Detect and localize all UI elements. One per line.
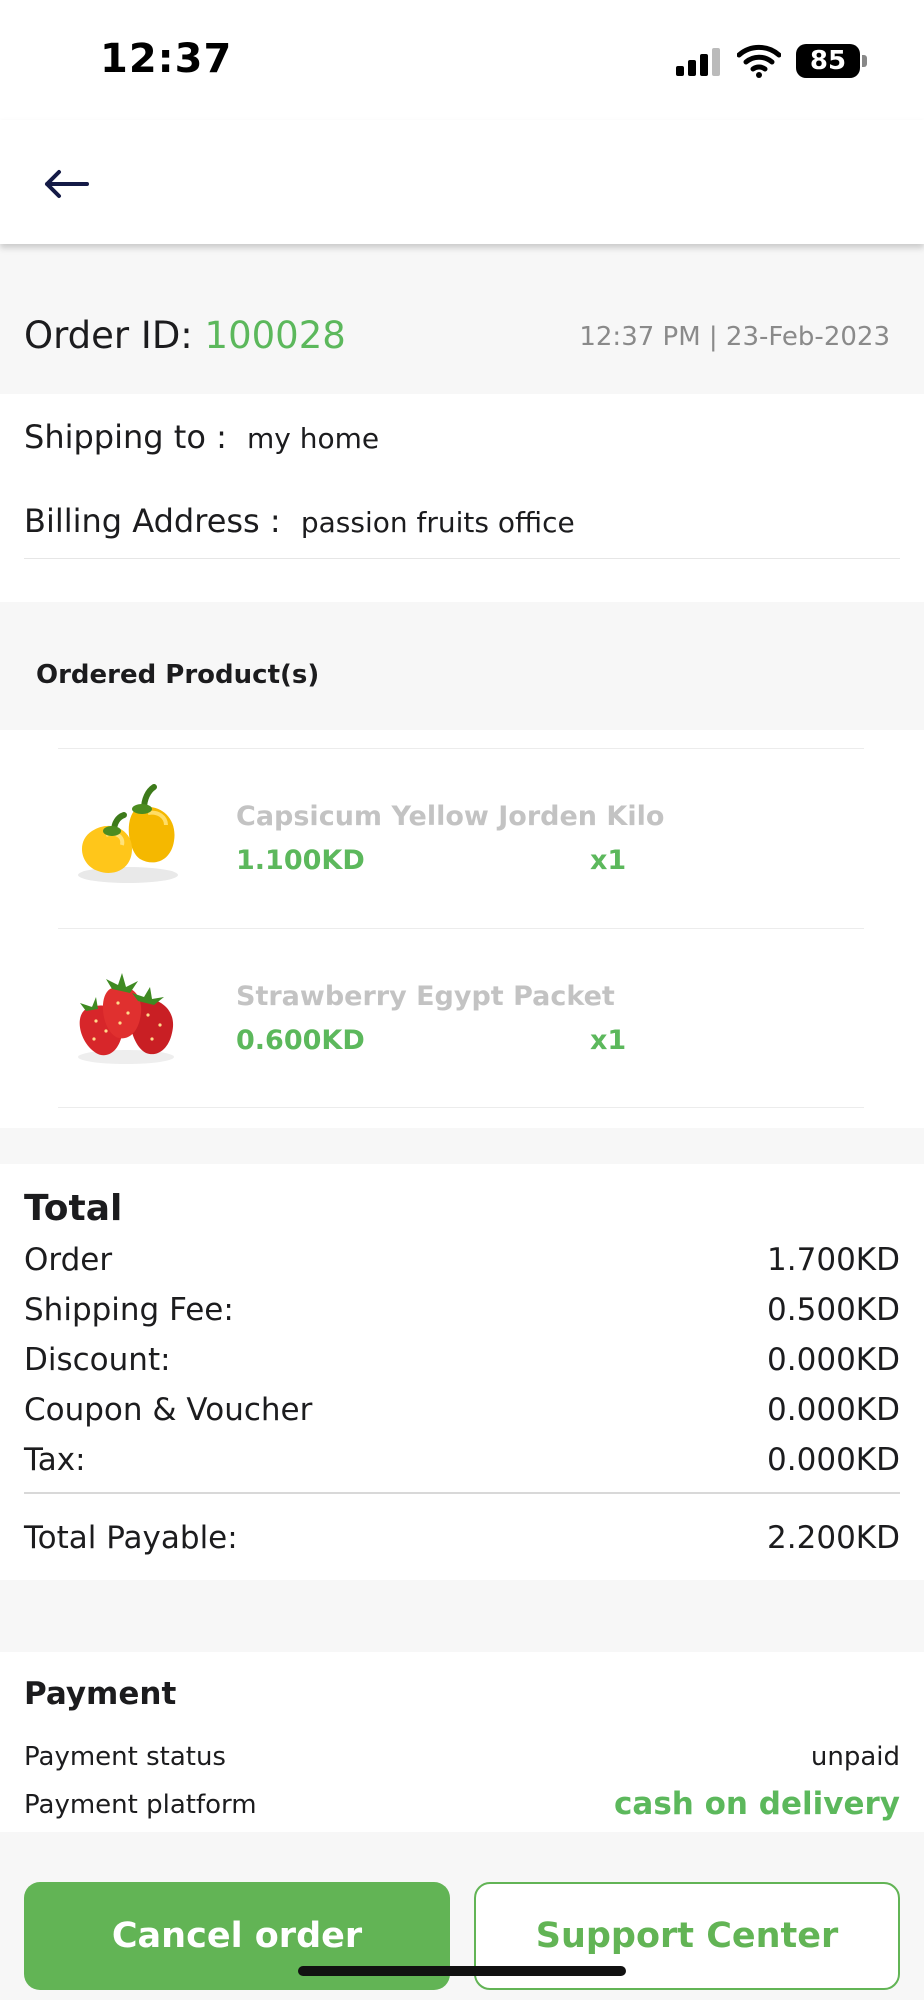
row-value: 0.000KD: [767, 1442, 900, 1478]
payment-platform-row: Payment platform cash on delivery: [24, 1786, 900, 1830]
row-label: Coupon & Voucher: [24, 1392, 313, 1428]
status-time: 12:37: [100, 36, 233, 82]
order-id-value: 100028: [204, 314, 346, 357]
total-payable-label: Total Payable:: [24, 1520, 238, 1556]
status-bar: 12:37 85: [0, 0, 924, 120]
battery-level: 85: [809, 46, 847, 76]
shipping-to-row: Shipping to : my home: [24, 418, 379, 456]
total-payable-row: Total Payable: 2.200KD: [24, 1520, 900, 1564]
billing-address-value: passion fruits office: [300, 506, 575, 539]
product-name: Capsicum Yellow Jorden Kilo: [236, 801, 665, 832]
discount-row: Discount: 0.000KD: [24, 1342, 900, 1386]
coupon-voucher-row: Coupon & Voucher 0.000KD: [24, 1392, 900, 1436]
row-label: Order: [24, 1242, 113, 1278]
billing-address-row: Billing Address : passion fruits office: [24, 502, 575, 540]
payment-status-row: Payment status unpaid: [24, 1742, 900, 1782]
order-id: Order ID: 100028: [24, 314, 346, 357]
cellular-signal-icon: [676, 48, 722, 76]
back-button[interactable]: [36, 154, 96, 214]
wifi-icon: [737, 44, 781, 78]
home-indicator: [298, 1966, 626, 1976]
product-quantity: x1: [590, 1025, 627, 1056]
address-section: Shipping to : my home Billing Address : …: [0, 394, 924, 602]
divider: [24, 1492, 900, 1494]
billing-address-label: Billing Address :: [24, 502, 291, 540]
tax-row: Tax: 0.000KD: [24, 1442, 900, 1486]
row-value: 0.500KD: [767, 1292, 900, 1328]
row-value: 1.700KD: [767, 1242, 900, 1278]
product-quantity: x1: [590, 845, 627, 876]
order-datetime: 12:37 PM | 23-Feb-2023: [579, 322, 890, 352]
order-id-label: Order ID:: [24, 314, 205, 357]
payment-platform-value: cash on delivery: [614, 1786, 900, 1822]
payment-section: Payment Payment status unpaid Payment pl…: [0, 1652, 924, 1832]
row-value: 0.000KD: [767, 1392, 900, 1428]
product-item[interactable]: Capsicum Yellow Jorden Kilo 1.100KD x1: [58, 748, 864, 928]
total-payable-value: 2.200KD: [767, 1520, 900, 1556]
battery-icon: 85: [796, 44, 867, 78]
order-amount-row: Order 1.700KD: [24, 1242, 900, 1286]
payment-platform-label: Payment platform: [24, 1790, 257, 1820]
shipping-to-value: my home: [247, 422, 380, 455]
shipping-to-label: Shipping to :: [24, 418, 238, 456]
row-label: Tax:: [24, 1442, 86, 1478]
row-value: 0.000KD: [767, 1342, 900, 1378]
strawberry-image: [78, 973, 174, 1064]
arrow-left-icon: [45, 170, 89, 198]
yellow-capsicum-image: [78, 784, 178, 883]
ordered-products-title: Ordered Product(s): [36, 660, 320, 690]
product-price: 0.600KD: [236, 1025, 365, 1056]
ordered-products-list: Capsicum Yellow Jorden Kilo 1.100KD x1 S…: [0, 730, 924, 1128]
totals-section: Total Order 1.700KD Shipping Fee: 0.500K…: [0, 1164, 924, 1580]
divider: [24, 558, 900, 559]
payment-status-value: unpaid: [810, 1742, 900, 1772]
row-label: Shipping Fee:: [24, 1292, 234, 1328]
product-item[interactable]: Strawberry Egypt Packet 0.600KD x1: [58, 928, 864, 1108]
shipping-fee-row: Shipping Fee: 0.500KD: [24, 1292, 900, 1336]
app-bar: [0, 120, 924, 244]
payment-title: Payment: [24, 1676, 177, 1712]
row-label: Discount:: [24, 1342, 171, 1378]
product-name: Strawberry Egypt Packet: [236, 981, 615, 1012]
product-price: 1.100KD: [236, 845, 365, 876]
payment-status-label: Payment status: [24, 1742, 226, 1772]
totals-title: Total: [24, 1188, 123, 1229]
order-header: Order ID: 100028 12:37 PM | 23-Feb-2023: [0, 244, 924, 394]
ordered-products-header: Ordered Product(s): [0, 602, 924, 730]
